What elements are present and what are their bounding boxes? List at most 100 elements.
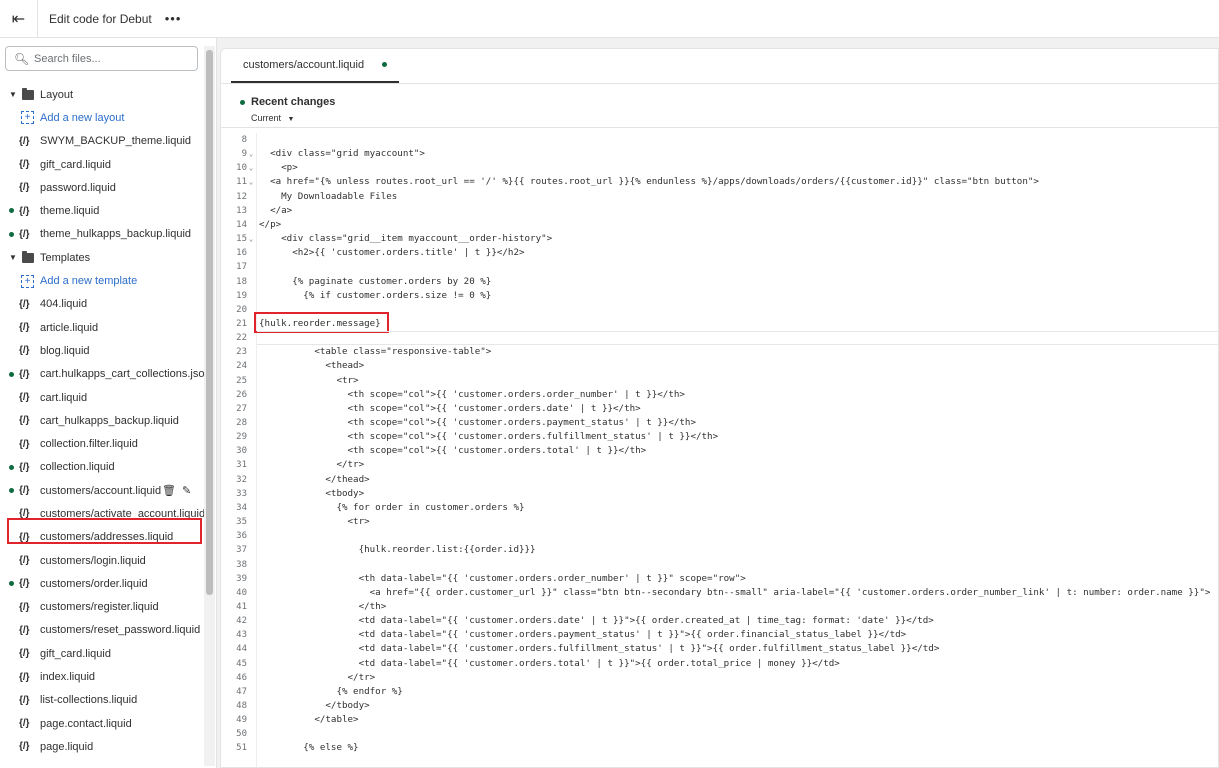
fold-chevron-icon[interactable]: ⌄: [249, 232, 253, 246]
line-number-text: 34: [236, 502, 247, 513]
code-line: <th scope="col">{{ 'customer.orders.date…: [259, 402, 641, 414]
fold-chevron-icon[interactable]: ⌄: [249, 147, 253, 161]
line-number-text: 31: [236, 460, 247, 471]
line-number: 18: [221, 275, 257, 289]
file-label: customers/login.liquid: [40, 554, 146, 567]
file-item[interactable]: {/} customers/register.liquid: [0, 596, 204, 619]
file-item[interactable]: {/} article.liquid: [0, 316, 204, 339]
code-line: <table class="responsive-table">: [259, 346, 492, 358]
exit-icon: ⇤: [11, 10, 26, 28]
line-number-text: 23: [236, 347, 247, 358]
exit-editor-button[interactable]: ⇤: [0, 0, 38, 38]
more-actions-button[interactable]: •••: [165, 11, 182, 26]
change-indicator: [240, 100, 245, 105]
liquid-file-icon: {/}: [19, 438, 30, 450]
line-gutter: 8 9 ⌄ 10 ⌄ 11 ⌄ 12 13 14 15 ⌄ 16 17 18 19 20 21 22 23 24 25 26…: [221, 133, 257, 767]
rename-file-icon[interactable]: ✎: [182, 484, 191, 497]
recent-changes-bar: Recent changes Current ▼: [221, 85, 1218, 128]
liquid-file-icon: {/}: [19, 228, 30, 240]
code-line: </p>: [259, 218, 282, 230]
page-title: Edit code for Debut: [49, 11, 152, 26]
add-file-link[interactable]: + Add a new template: [0, 269, 204, 292]
line-number-text: 11: [236, 177, 247, 188]
file-item[interactable]: {/} cart_hulkapps_backup.liquid: [0, 409, 204, 432]
top-bar: ⇤ Edit code for Debut •••: [0, 0, 1219, 38]
file-item[interactable]: {/} theme.liquid: [0, 199, 204, 222]
code-line: </table>: [259, 714, 359, 726]
code-line: {% for order in customer.orders %}: [259, 501, 525, 513]
fold-chevron-icon[interactable]: ⌄: [249, 161, 253, 175]
file-item[interactable]: {/} page.liquid: [0, 735, 204, 758]
line-number: 10 ⌄: [221, 161, 257, 175]
code-line: <th scope="col">{{ 'customer.orders.paym…: [259, 417, 696, 428]
version-select[interactable]: Current ▼: [251, 113, 294, 123]
liquid-file-icon: {/}: [19, 578, 30, 590]
line-number: 45: [221, 657, 257, 671]
liquid-file-icon: {/}: [19, 322, 30, 334]
search-input[interactable]: [34, 52, 184, 65]
line-number-text: 29: [236, 432, 247, 443]
line-number: 42: [221, 614, 257, 628]
file-item[interactable]: {/} list-collections.liquid: [0, 689, 204, 712]
liquid-file-icon: {/}: [19, 182, 30, 194]
selected-file-highlight: [7, 518, 202, 544]
file-item[interactable]: {/} page.contact.liquid: [0, 712, 204, 735]
file-item[interactable]: {/} cart.hulkapps_cart_collections.jso...: [0, 363, 214, 386]
modified-indicator: [9, 581, 14, 587]
folder-row[interactable]: ▼ Templates: [0, 246, 204, 269]
file-item[interactable]: {/} customers/login.liquid: [0, 549, 204, 572]
line-number: 20: [221, 303, 257, 317]
line-number-text: 38: [236, 559, 247, 570]
file-item[interactable]: {/} index.liquid: [0, 665, 204, 688]
line-number: 15 ⌄: [221, 232, 257, 246]
editor-tabs: customers/account.liquid: [221, 49, 1218, 84]
folder-label: Templates: [40, 251, 91, 264]
delete-file-icon[interactable]: 🗑︎: [162, 484, 176, 497]
file-label: cart_hulkapps_backup.liquid: [40, 414, 179, 427]
line-number: 41: [221, 600, 257, 614]
code-line: <h2>{{ 'customer.orders.title' | t }}</h…: [259, 247, 525, 259]
file-item[interactable]: {/} customers/reset_password.liquid: [0, 619, 204, 642]
line-number: 24: [221, 359, 257, 373]
file-item[interactable]: {/} cart.liquid: [0, 386, 204, 409]
file-item[interactable]: {/} SWYM_BACKUP_theme.liquid: [0, 130, 204, 153]
sidebar-scrollbar[interactable]: [204, 46, 215, 766]
file-item[interactable]: {/} collection.filter.liquid: [0, 432, 204, 455]
liquid-file-icon: {/}: [19, 415, 30, 427]
file-item[interactable]: {/} theme_hulkapps_backup.liquid: [0, 223, 204, 246]
file-item[interactable]: {/} collection.liquid: [0, 456, 204, 479]
line-number: 25: [221, 374, 257, 388]
code-line: <div class="grid__item myaccount__order-…: [259, 233, 553, 245]
code-line: <p>: [259, 162, 298, 174]
code-line: <div class="grid myaccount">: [259, 148, 425, 160]
line-number: 32: [221, 473, 257, 487]
add-file-link[interactable]: + Add a new layout: [0, 106, 204, 129]
file-item[interactable]: {/} blog.liquid: [0, 339, 204, 362]
code-line: <td data-label="{{ 'customer.orders.paym…: [259, 629, 907, 641]
file-item[interactable]: {/} 404.liquid: [0, 293, 204, 316]
file-item[interactable]: {/} customers/order.liquid: [0, 572, 204, 595]
liquid-file-icon: {/}: [19, 461, 30, 473]
liquid-file-icon: {/}: [19, 718, 30, 730]
line-number: 49: [221, 713, 257, 727]
search-box[interactable]: 🔍︎: [5, 46, 198, 71]
code-line: </th>: [259, 600, 387, 612]
code-line: <a href="{{ order.customer_url }}" class…: [259, 586, 1211, 598]
file-label: password.liquid: [40, 181, 116, 194]
folder-row[interactable]: ▼ Layout: [0, 83, 204, 106]
line-number: 21: [221, 317, 257, 331]
fold-chevron-icon[interactable]: ⌄: [249, 175, 253, 189]
code-line: My Downloadable Files: [259, 190, 398, 202]
line-number: 40: [221, 586, 257, 600]
file-item[interactable]: {/} gift_card.liquid: [0, 642, 204, 665]
current-line-marker: [257, 331, 1218, 346]
file-item[interactable]: {/} gift_card.liquid: [0, 153, 204, 176]
line-number: 44: [221, 642, 257, 656]
scrollbar-thumb[interactable]: [206, 50, 213, 595]
code-line: <th scope="col">{{ 'customer.orders.orde…: [259, 388, 685, 400]
file-item[interactable]: {/} customers/account.liquid 🗑︎ ✎: [0, 479, 204, 502]
line-number: 51: [221, 741, 257, 755]
tab-customers-account[interactable]: customers/account.liquid: [231, 49, 400, 83]
code-line: </thead>: [259, 473, 370, 485]
file-item[interactable]: {/} password.liquid: [0, 176, 204, 199]
